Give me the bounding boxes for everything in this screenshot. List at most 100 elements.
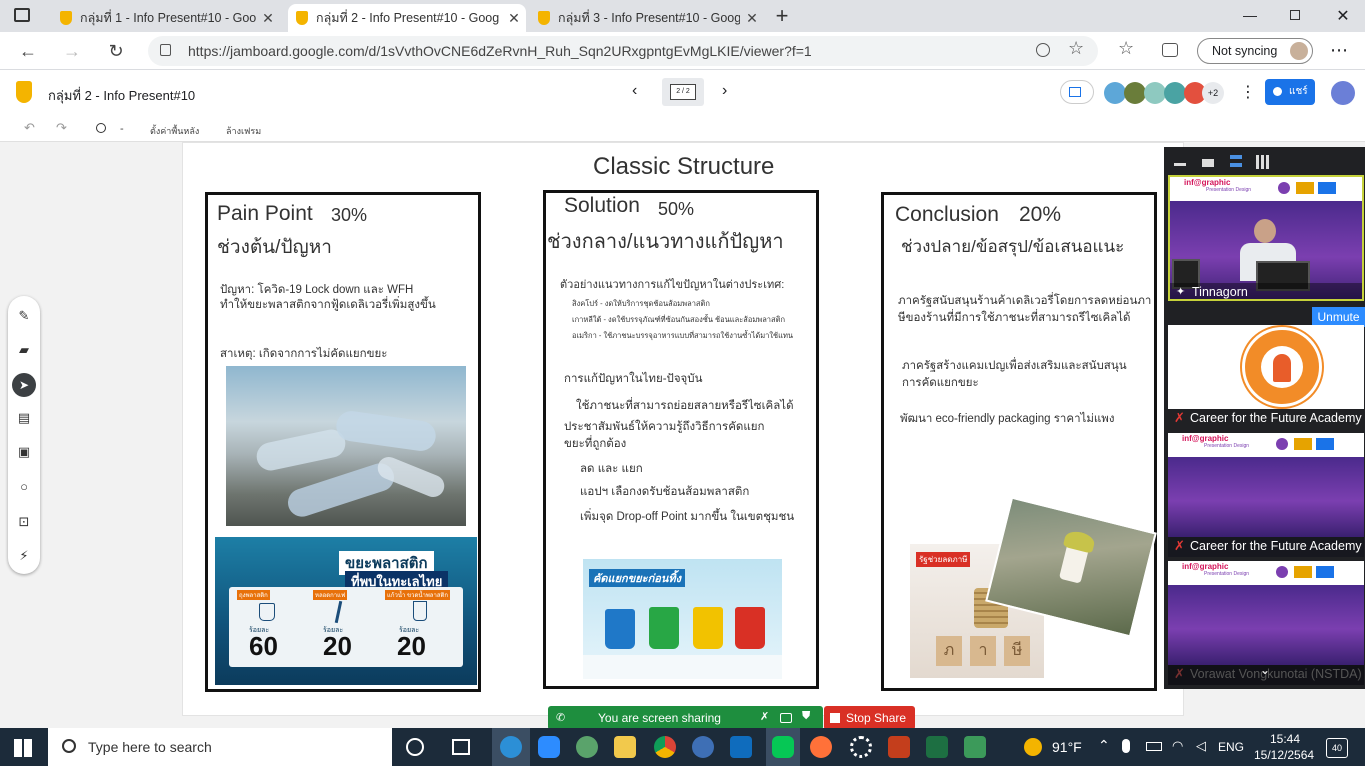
jam-title[interactable]: กลุ่มที่ 2 - Info Present#10 — [48, 85, 195, 106]
tab-actions-icon[interactable] — [14, 8, 30, 22]
battery-icon[interactable] — [1146, 742, 1162, 751]
more-menu-icon[interactable]: ⋯ — [1330, 40, 1348, 61]
microphone-icon[interactable] — [1122, 739, 1130, 753]
participant-tile[interactable]: inf@graphic Presentation Design ✗ Career… — [1168, 433, 1364, 557]
restore-window-icon[interactable] — [1290, 10, 1300, 20]
excel-icon[interactable] — [926, 736, 948, 758]
new-tab-button[interactable]: + — [770, 2, 794, 30]
clear-frame-button[interactable]: ล้างเฟรม — [226, 124, 261, 138]
set-background-button[interactable]: ตั้งค่าพื้นหลัง — [150, 124, 199, 138]
clock-time[interactable]: 15:44 — [1270, 732, 1300, 746]
tab-group-1[interactable]: กลุ่มที่ 1 - Info Present#10 - Goog ✕ — [52, 4, 280, 32]
sticky-note-icon[interactable]: ▤ — [16, 410, 32, 426]
prev-frame-icon[interactable]: ‹ — [632, 82, 637, 100]
collections-icon[interactable] — [1162, 43, 1178, 57]
back-arrow-icon[interactable]: ← — [14, 38, 42, 64]
task-view-icon[interactable] — [452, 739, 470, 755]
browser-address-bar: ← → ↻ https://jamboard.google.com/d/1sVv… — [0, 32, 1365, 70]
solution-intl-item: สิงคโปร์ - งดให้บริการชุดช้อนส้อมพลาสติก — [572, 299, 710, 308]
taskbar-search-field[interactable]: Type here to search — [48, 728, 392, 766]
globe-app-icon[interactable] — [576, 736, 598, 758]
weather-icon[interactable] — [1024, 738, 1042, 756]
select-pointer-icon[interactable]: ➤ — [12, 373, 36, 397]
more-options-icon[interactable]: ⋮ — [1240, 82, 1256, 102]
infographic-stat-bar: ถุงพลาสติก หลอดกาแฟ แก้วน้ำ ขวดน้ำพลาสติ… — [229, 587, 463, 667]
photos-app-icon[interactable] — [964, 736, 986, 758]
url-field[interactable]: https://jamboard.google.com/d/1sVvthOvCN… — [148, 36, 1098, 66]
close-tab-icon[interactable]: ✕ — [740, 10, 764, 27]
windows-taskbar: Type here to search 91°F ⌃ ◠ ◁ ENG 15:44… — [0, 728, 1365, 766]
zoom-in-icon[interactable] — [96, 123, 106, 133]
favorite-star-icon[interactable]: ☆ — [1068, 38, 1084, 59]
minimize-window-icon[interactable]: — — [1240, 7, 1260, 25]
lock-icon[interactable] — [160, 44, 171, 56]
mail-app-icon[interactable] — [692, 736, 714, 758]
chrome-icon[interactable] — [654, 736, 676, 758]
forward-arrow-icon[interactable]: → — [58, 38, 86, 64]
solution-panel: Solution 50% ช่วงกลาง/แนวทางแก้ปัญหา ตัว… — [543, 190, 819, 689]
share-button[interactable]: แชร์ — [1265, 79, 1315, 105]
pain-problem-line2: ทำให้ขยะพลาสติกจากฟู้ดเดลิเวอรี่เพิ่มสูง… — [220, 299, 436, 311]
language-indicator[interactable]: ENG — [1218, 740, 1244, 754]
unmute-button[interactable]: Unmute — [1312, 307, 1365, 327]
eraser-icon[interactable]: ▰ — [16, 342, 32, 358]
profile-sync-button[interactable]: Not syncing — [1197, 38, 1313, 64]
gallery-view-icon[interactable] — [1256, 155, 1270, 169]
cortana-icon[interactable] — [406, 738, 424, 756]
image-icon[interactable]: ▣ — [16, 444, 32, 460]
settings-gear-icon[interactable] — [850, 736, 872, 758]
conclusion-point1-line1: ภาครัฐสนับสนุนร้านค้าเดลิเวอรี่โดยการลดห… — [898, 295, 1152, 307]
outlook-icon[interactable] — [730, 736, 752, 758]
pain-cause: สาเหตุ: เกิดจากการไม่คัดแยกขยะ — [220, 348, 388, 360]
screen-share-bar[interactable]: ✆ You are screen sharing ✗ ⛊ — [548, 706, 823, 730]
windows-start-icon[interactable] — [14, 739, 32, 757]
solution-thai-item: ลด และ แยก — [580, 463, 643, 475]
close-tab-icon[interactable]: ✕ — [502, 10, 526, 27]
notification-center-icon[interactable]: 40 — [1326, 738, 1348, 758]
text-box-icon[interactable]: ⊡ — [16, 514, 32, 530]
circle-shape-icon[interactable]: ○ — [16, 479, 32, 495]
strip-view-icon[interactable] — [1230, 155, 1242, 167]
zoom-app-icon[interactable] — [538, 736, 560, 758]
present-button[interactable] — [1060, 80, 1094, 104]
tab-group-2[interactable]: กลุ่มที่ 2 - Info Present#10 - Goog ✕ — [288, 4, 526, 32]
volume-icon[interactable]: ◁ — [1196, 738, 1206, 754]
next-frame-icon[interactable]: › — [722, 82, 727, 100]
clock-date[interactable]: 15/12/2564 — [1254, 748, 1314, 762]
line-app-icon[interactable] — [772, 736, 794, 758]
stop-share-button[interactable]: Stop Share — [824, 706, 915, 730]
edge-browser-icon[interactable] — [500, 736, 522, 758]
expand-chevron-icon[interactable]: ⌄ — [1260, 663, 1270, 677]
powerpoint-icon[interactable] — [888, 736, 910, 758]
laser-icon[interactable]: ⚡ — [16, 548, 32, 564]
reload-icon[interactable]: ↻ — [102, 38, 130, 64]
favorites-icon[interactable]: ☆ — [1118, 38, 1134, 59]
shield-icon[interactable]: ⛊ — [802, 710, 810, 723]
redo-icon[interactable]: ↷ — [56, 120, 67, 136]
participant-tile[interactable]: inf@graphic Presentation Design ✦ Tinnag… — [1168, 175, 1364, 301]
undo-icon[interactable]: ↶ — [24, 120, 35, 136]
muted-mic-icon: ✗ — [1174, 666, 1185, 681]
close-window-icon[interactable]: ✕ — [1333, 6, 1353, 26]
firefox-icon[interactable] — [810, 736, 832, 758]
tab-group-3[interactable]: กลุ่มที่ 3 - Info Present#10 - Goog ✕ — [530, 4, 764, 32]
zoom-magnifier-icon[interactable] — [1036, 43, 1050, 57]
slide-brand-subtext: Presentation Design — [1204, 443, 1250, 449]
zoom-out-button[interactable]: - — [120, 123, 124, 135]
frame-bar-button[interactable]: 2 / 2 — [662, 78, 704, 106]
tax-block: ภ — [936, 636, 962, 666]
participant-tile[interactable]: ✗ Career for the Future Academy — [1168, 325, 1364, 429]
pen-icon[interactable]: ✎ — [16, 308, 32, 324]
video-off-icon[interactable] — [780, 713, 792, 723]
account-avatar[interactable] — [1331, 81, 1355, 105]
drag-handle-icon[interactable]: ✆ — [556, 711, 565, 724]
weather-temp[interactable]: 91°F — [1052, 739, 1082, 755]
speaker-view-icon[interactable] — [1202, 159, 1214, 167]
mic-off-icon[interactable]: ✗ — [760, 710, 769, 723]
participant-tile[interactable]: inf@graphic Presentation Design ✗ Vorawa… — [1168, 561, 1364, 685]
file-explorer-icon[interactable] — [614, 736, 636, 758]
minimize-icon[interactable] — [1174, 163, 1186, 166]
wifi-icon[interactable]: ◠ — [1172, 738, 1183, 754]
tray-chevron-icon[interactable]: ⌃ — [1098, 737, 1110, 754]
close-tab-icon[interactable]: ✕ — [256, 10, 280, 27]
